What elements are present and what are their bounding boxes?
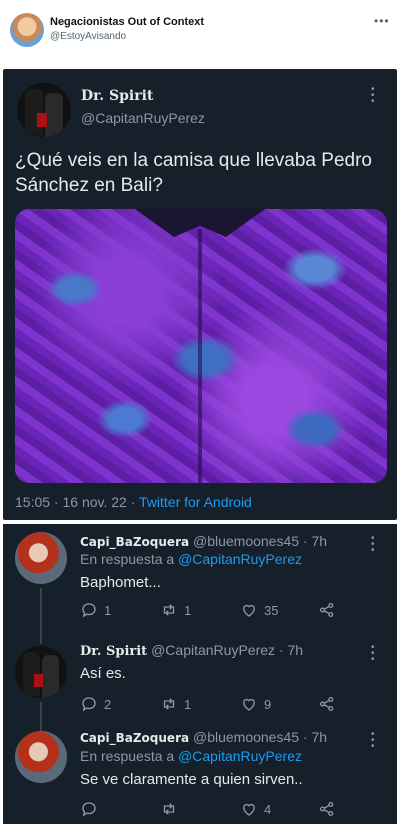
like-count: 4 bbox=[264, 801, 272, 817]
avatar[interactable] bbox=[15, 532, 67, 584]
reply-author-handle[interactable]: @bluemoones45 · 7h bbox=[193, 729, 327, 745]
outer-header: Negacionistas Out of Context @EstoyAvisa… bbox=[0, 0, 400, 64]
account-name[interactable]: Negacionistas Out of Context bbox=[50, 16, 204, 28]
more-vertical-icon[interactable]: • • • bbox=[371, 85, 377, 107]
reply-author-name[interactable]: Capi_BaZoquera bbox=[80, 535, 189, 549]
quoted-tweet: Dr. Spirit @CapitanRuyPerez • • • ¿Qué vei… bbox=[3, 69, 397, 520]
more-vertical-icon[interactable]: • • • bbox=[371, 730, 377, 752]
reply-icon bbox=[82, 603, 96, 618]
tweet-source[interactable]: Twitter for Android bbox=[139, 494, 252, 510]
retweet-button[interactable] bbox=[160, 799, 184, 819]
reply-header: Dr. Spirit @CapitanRuyPerez · 7h bbox=[80, 642, 303, 659]
reply-to-prefix: En respuesta a bbox=[80, 551, 179, 567]
share-icon bbox=[319, 801, 334, 817]
tweet-timestamp[interactable]: 15:05 · 16 nov. 22 · bbox=[15, 494, 139, 510]
reply-to-handle[interactable]: @CapitanRuyPerez bbox=[178, 748, 302, 764]
reply-count: 2 bbox=[104, 696, 112, 712]
like-count: 35 bbox=[264, 602, 279, 618]
like-count: 9 bbox=[264, 696, 272, 712]
reply-button[interactable]: 1 bbox=[80, 600, 111, 620]
heart-icon bbox=[243, 803, 255, 816]
reply-button[interactable]: 2 bbox=[80, 694, 111, 714]
reply-item[interactable]: Capi_BaZoquera @bluemoones45 · 7h • • • En… bbox=[3, 729, 397, 824]
reply-text: Baphomet... bbox=[80, 574, 161, 591]
reply-count: 1 bbox=[104, 602, 112, 618]
share-button[interactable] bbox=[318, 799, 336, 819]
thread-line bbox=[40, 702, 42, 729]
retweet-button[interactable]: 1 bbox=[160, 600, 191, 620]
retweet-icon bbox=[163, 803, 175, 815]
share-button[interactable] bbox=[318, 694, 336, 714]
reply-context: En respuesta a @CapitanRuyPerez bbox=[80, 551, 302, 567]
reply-author-name[interactable]: Dr. Spirit bbox=[80, 644, 147, 659]
tweet-image[interactable] bbox=[15, 209, 387, 483]
reply-actions: 1 1 35 bbox=[80, 600, 380, 620]
more-vertical-icon[interactable]: • • • bbox=[371, 534, 377, 556]
thread-line bbox=[40, 634, 42, 644]
replies-thread: Capi_BaZoquera @bluemoones45 · 7h • • • En… bbox=[3, 524, 397, 824]
retweet-button[interactable]: 1 bbox=[160, 694, 191, 714]
reply-icon bbox=[82, 802, 96, 817]
tweet-meta: 15:05 · 16 nov. 22 · Twitter for Android bbox=[15, 494, 252, 510]
account-handle[interactable]: @EstoyAvisando bbox=[50, 31, 126, 42]
reply-header: Capi_BaZoquera @bluemoones45 · 7h bbox=[80, 533, 327, 549]
like-button[interactable]: 9 bbox=[240, 694, 271, 714]
retweet-icon bbox=[163, 604, 175, 616]
avatar[interactable] bbox=[10, 13, 44, 47]
reply-actions: 2 1 9 bbox=[80, 694, 380, 714]
retweet-count: 1 bbox=[184, 696, 192, 712]
tweet-author-handle[interactable]: @CapitanRuyPerez bbox=[81, 110, 205, 126]
avatar[interactable] bbox=[15, 731, 67, 783]
tweet-text: ¿Qué veis en la camisa que llevaba Pedro… bbox=[15, 150, 372, 196]
like-button[interactable]: 35 bbox=[240, 600, 278, 620]
reply-text: Así es. bbox=[80, 665, 126, 682]
reply-header: Capi_BaZoquera @bluemoones45 · 7h bbox=[80, 729, 327, 745]
reply-actions: 4 bbox=[80, 799, 380, 819]
reply-to-prefix: En respuesta a bbox=[80, 748, 179, 764]
retweet-icon bbox=[163, 698, 175, 710]
share-button[interactable] bbox=[318, 600, 336, 620]
like-button[interactable]: 4 bbox=[240, 799, 271, 819]
thread-line bbox=[40, 588, 42, 634]
reply-to-handle[interactable]: @CapitanRuyPerez bbox=[178, 551, 302, 567]
tweet-author-name[interactable]: Dr. Spirit bbox=[81, 88, 153, 104]
reply-button[interactable] bbox=[80, 799, 104, 819]
reply-author-name[interactable]: Capi_BaZoquera bbox=[80, 731, 189, 745]
reply-author-handle[interactable]: @CapitanRuyPerez · 7h bbox=[151, 642, 303, 658]
heart-icon bbox=[243, 604, 255, 617]
avatar[interactable] bbox=[17, 83, 71, 137]
reply-context: En respuesta a @CapitanRuyPerez bbox=[80, 748, 302, 764]
more-vertical-icon[interactable]: • • • bbox=[371, 643, 377, 665]
reply-text: Se ve claramente a quien sirven.. bbox=[80, 771, 303, 788]
reply-item[interactable]: Dr. Spirit @CapitanRuyPerez · 7h • • • Así… bbox=[3, 634, 397, 729]
avatar[interactable] bbox=[15, 646, 67, 698]
share-icon bbox=[319, 602, 334, 618]
heart-icon bbox=[243, 698, 255, 711]
more-horizontal-icon[interactable]: ••• bbox=[374, 14, 390, 28]
retweet-count: 1 bbox=[184, 602, 192, 618]
reply-author-handle[interactable]: @bluemoones45 · 7h bbox=[193, 533, 327, 549]
reply-item[interactable]: Capi_BaZoquera @bluemoones45 · 7h • • • En… bbox=[3, 524, 397, 634]
reply-icon bbox=[82, 697, 96, 712]
share-icon bbox=[319, 696, 334, 712]
